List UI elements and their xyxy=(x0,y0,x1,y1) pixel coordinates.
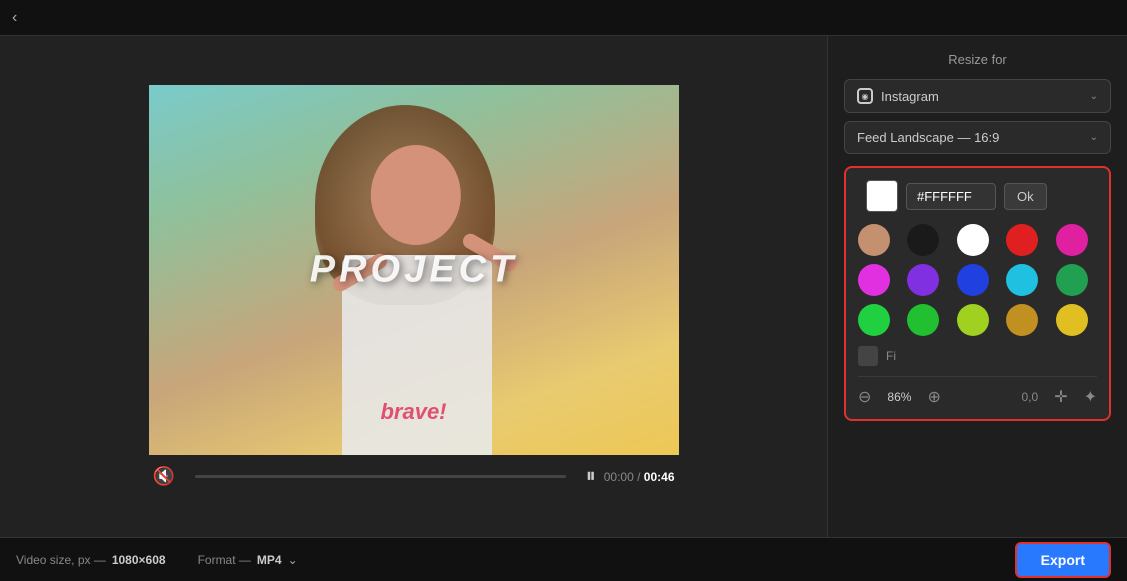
color-red[interactable] xyxy=(1006,224,1038,256)
color-green2[interactable] xyxy=(907,304,939,336)
color-black[interactable] xyxy=(907,224,939,256)
format-select-icon[interactable]: ⌄ xyxy=(288,553,298,567)
project-text: PROJECT xyxy=(310,249,517,292)
color-yellow[interactable] xyxy=(1056,304,1088,336)
video-area: PROJECT brave! 🔇 ⏸ 00:00 / 00:46 xyxy=(0,36,827,537)
color-green1[interactable] xyxy=(858,304,890,336)
color-gold[interactable] xyxy=(1006,304,1038,336)
color-yellow-green[interactable] xyxy=(957,304,989,336)
ok-button[interactable]: Ok xyxy=(1004,183,1047,210)
magic-icon[interactable]: ✦ xyxy=(1084,387,1097,407)
video-size-label: Video size, px — xyxy=(16,553,106,567)
fill-label: Fi xyxy=(886,349,896,363)
zoom-in-icon[interactable]: ⊕ xyxy=(927,387,940,407)
tool-row: ⊖ 86% ⊕ 0,0 ✛ ✦ xyxy=(858,376,1097,407)
color-cyan[interactable] xyxy=(1006,264,1038,296)
platform-label: Instagram xyxy=(881,89,939,104)
color-input-row: Ok xyxy=(858,180,1097,212)
color-grid xyxy=(858,224,1097,336)
platform-dropdown[interactable]: ◉ Instagram ⌄ xyxy=(844,79,1111,113)
format-label: Feed Landscape — 16:9 xyxy=(857,130,999,145)
progress-bar[interactable] xyxy=(195,475,566,478)
fill-checkbox[interactable] xyxy=(858,346,878,366)
video-container: PROJECT brave! xyxy=(149,85,679,455)
instagram-icon: ◉ xyxy=(857,88,873,104)
color-magenta[interactable] xyxy=(858,264,890,296)
hex-input[interactable] xyxy=(906,183,996,210)
color-blue[interactable] xyxy=(957,264,989,296)
format-label: Format — xyxy=(198,553,251,567)
time-total: 00:46 xyxy=(644,470,675,484)
color-skin[interactable] xyxy=(858,224,890,256)
zoom-percent: 86% xyxy=(887,390,911,404)
video-size-item: Video size, px — 1080×608 xyxy=(16,553,166,567)
right-panel: Resize for ◉ Instagram ⌄ Feed Landscape … xyxy=(827,36,1127,537)
color-dark-green[interactable] xyxy=(1056,264,1088,296)
format-item: Format — MP4 ⌄ xyxy=(198,553,298,567)
platform-dropdown-arrow: ⌄ xyxy=(1090,91,1098,102)
top-bar: ‹ xyxy=(0,0,1127,36)
zoom-out-icon[interactable]: ⊖ xyxy=(858,387,871,407)
back-button[interactable]: ‹ xyxy=(12,9,17,27)
video-size-value: 1080×608 xyxy=(112,553,166,567)
time-display: 00:00 / 00:46 xyxy=(604,470,675,484)
format-value: MP4 xyxy=(257,553,282,567)
resize-label: Resize for xyxy=(844,52,1111,67)
move-icon[interactable]: ✛ xyxy=(1054,387,1067,407)
time-separator: / xyxy=(637,470,644,484)
time-current: 00:00 xyxy=(604,470,634,484)
mute-icon[interactable]: 🔇 xyxy=(153,466,175,487)
color-swatch[interactable] xyxy=(866,180,898,212)
fill-row: Fi xyxy=(858,346,1097,366)
play-pause-button[interactable]: ⏸ xyxy=(586,465,596,488)
format-dropdown[interactable]: Feed Landscape — 16:9 ⌄ xyxy=(844,121,1111,154)
color-white[interactable] xyxy=(957,224,989,256)
coordinates-display: 0,0 xyxy=(1022,390,1039,404)
brave-text: brave! xyxy=(380,399,446,425)
color-purple[interactable] xyxy=(907,264,939,296)
bottom-bar: Video size, px — 1080×608 Format — MP4 ⌄… xyxy=(0,537,1127,581)
export-button[interactable]: Export xyxy=(1015,542,1111,578)
platform-dropdown-left: ◉ Instagram xyxy=(857,88,939,104)
main-area: PROJECT brave! 🔇 ⏸ 00:00 / 00:46 Resize … xyxy=(0,36,1127,537)
color-pink[interactable] xyxy=(1056,224,1088,256)
video-thumbnail: PROJECT brave! xyxy=(149,85,679,455)
format-dropdown-arrow: ⌄ xyxy=(1090,132,1098,143)
controls-bar: 🔇 ⏸ 00:00 / 00:46 xyxy=(149,465,679,488)
color-picker-panel: Ok Fi ⊖ 86% ⊕ 0,0 ✛ ✦ xyxy=(844,166,1111,421)
format-dropdown-left: Feed Landscape — 16:9 xyxy=(857,130,999,145)
